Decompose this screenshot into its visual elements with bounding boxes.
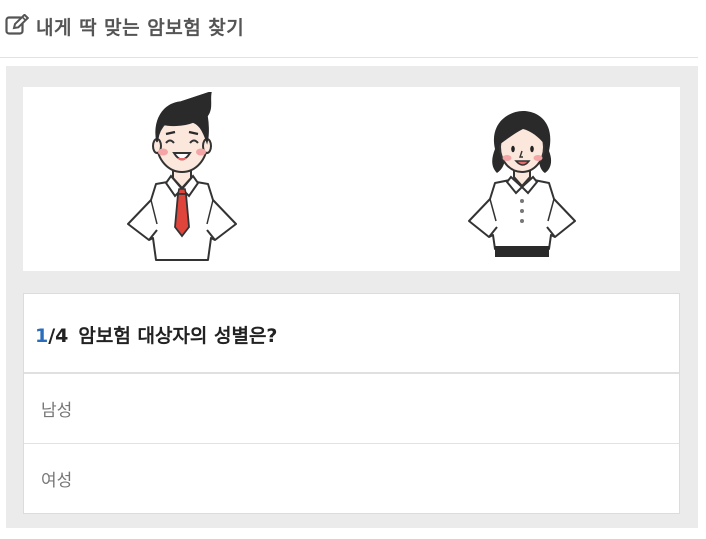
option-label: 여성 [41,471,73,491]
question-line: 1/4 암보험 대상자의 성별은? [35,321,277,348]
character-illustration [23,87,680,271]
question-header: 1/4 암보험 대상자의 성별은? [24,294,679,374]
option-male[interactable]: 남성 [24,374,679,444]
question-text: 암보험 대상자의 성별은? [78,325,278,347]
option-label: 남성 [41,401,73,421]
page-header: 내게 딱 맞는 암보험 찾기 [0,0,698,58]
quiz-panel: 1/4 암보험 대상자의 성별은? 남성 여성 [6,66,698,528]
female-character-image [468,111,576,257]
question-current-number: 1 [35,325,49,347]
option-female[interactable]: 여성 [24,444,679,513]
edit-icon [5,14,29,35]
question-card: 1/4 암보험 대상자의 성별은? 남성 여성 [23,293,680,514]
page-title: 내게 딱 맞는 암보험 찾기 [36,17,245,39]
question-total: /4 [48,325,69,347]
male-character-image [127,92,237,261]
